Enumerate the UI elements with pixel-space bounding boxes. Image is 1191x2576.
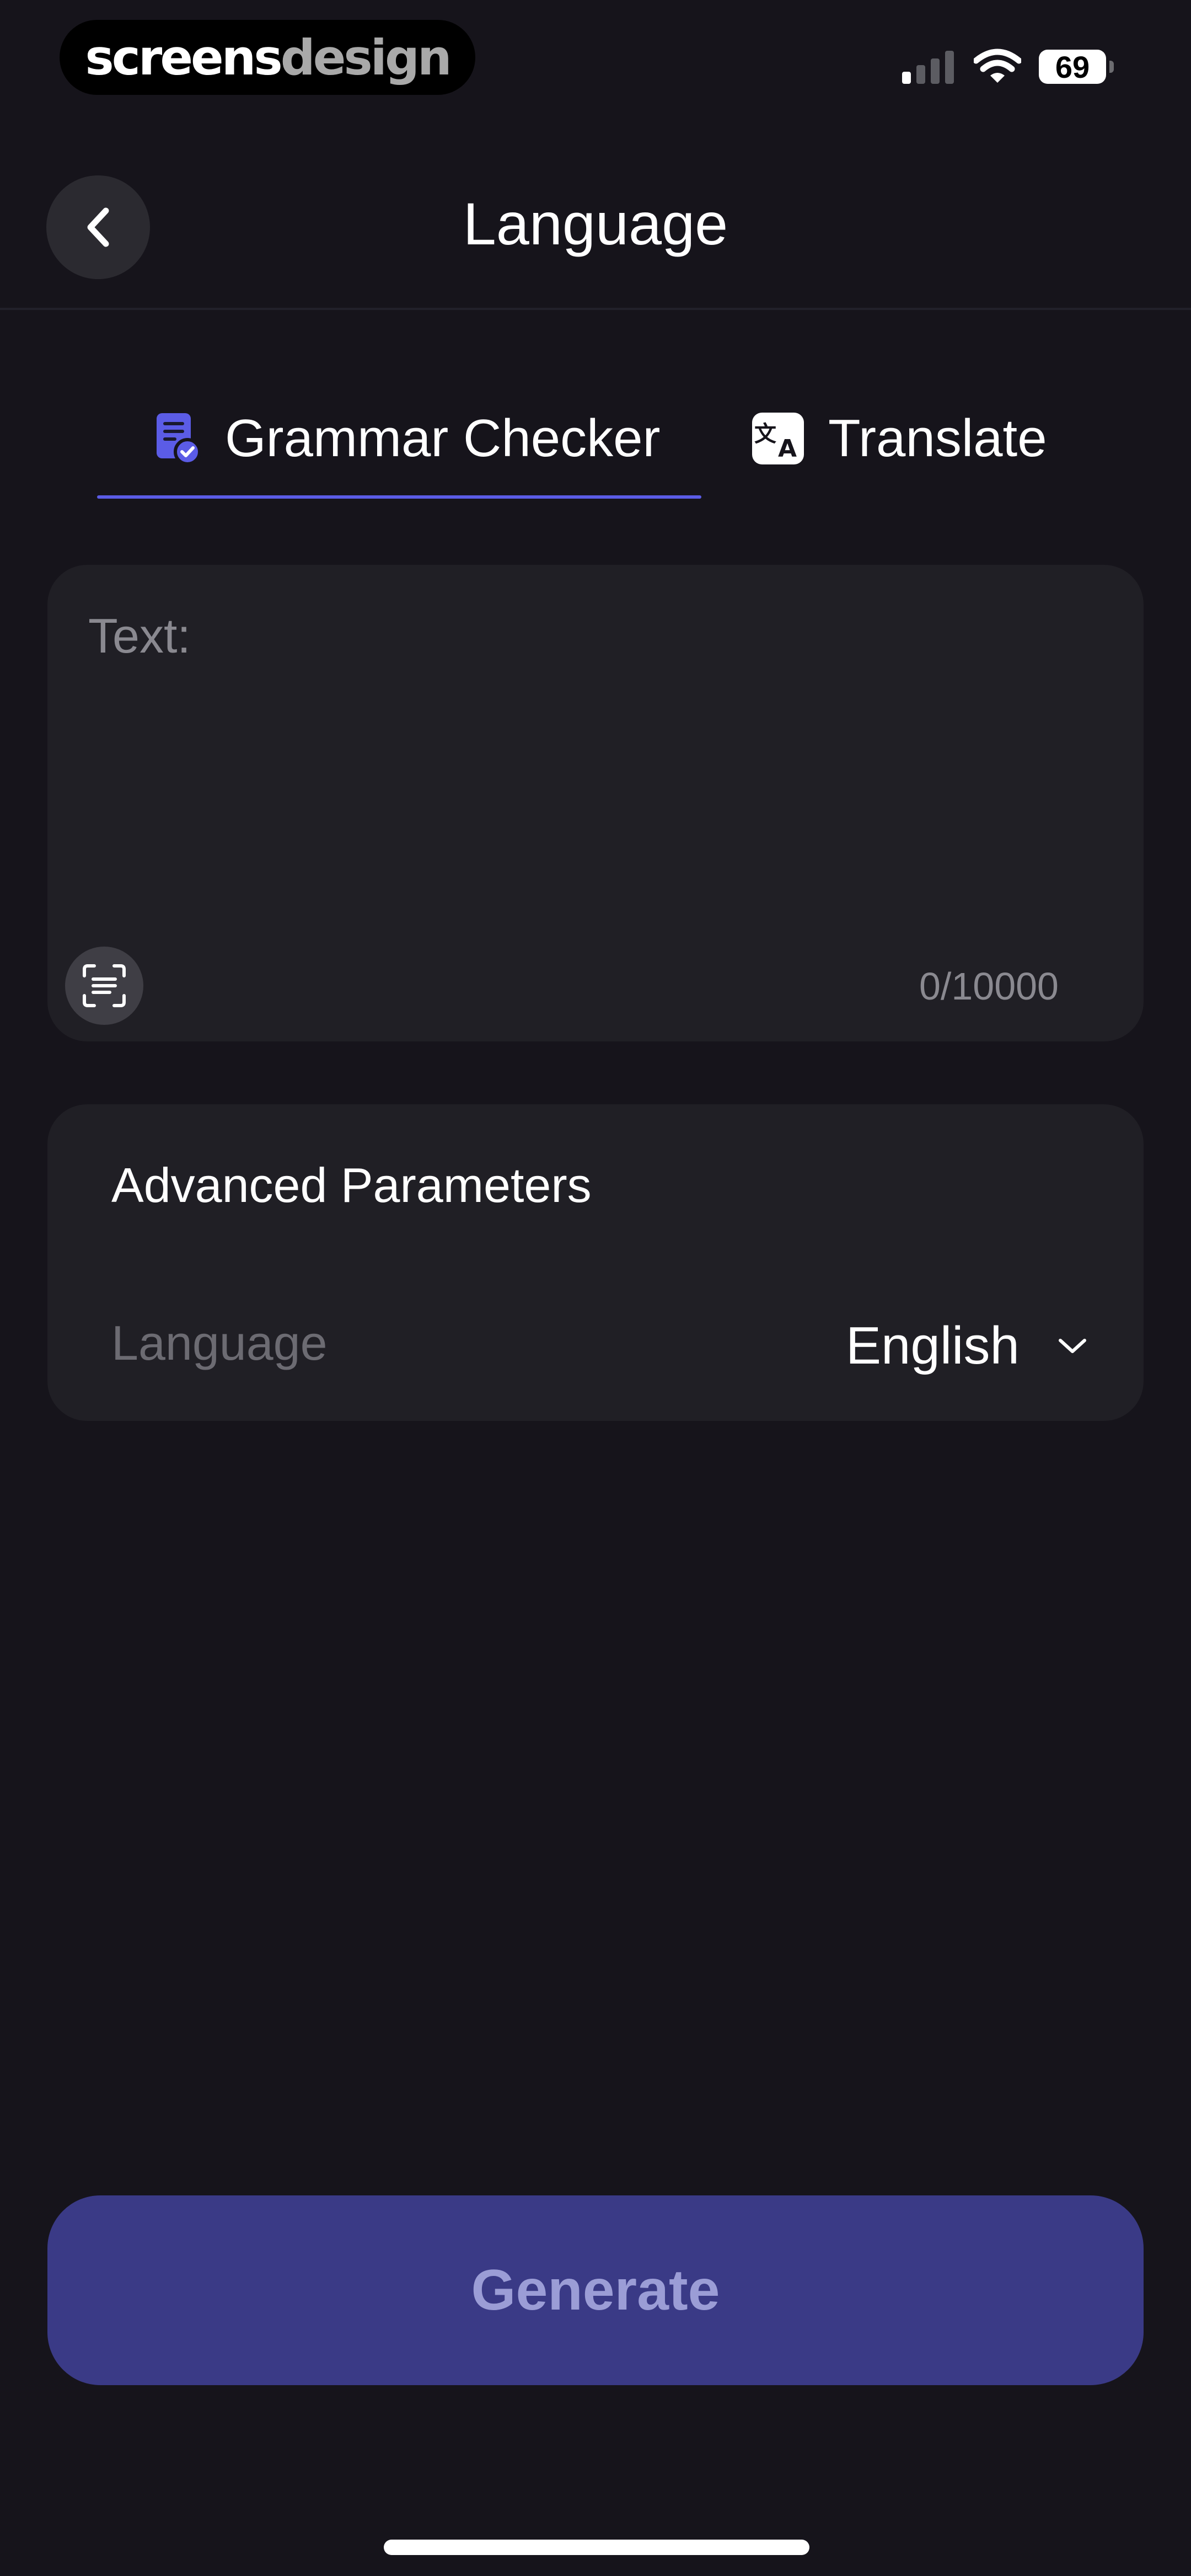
text-scan-icon <box>83 964 126 1007</box>
advanced-parameters-title: Advanced Parameters <box>111 1158 592 1212</box>
tab-grammar-checker-label: Grammar Checker <box>225 409 661 468</box>
generate-button[interactable]: Generate <box>47 2195 1144 2385</box>
home-indicator <box>384 2540 809 2555</box>
language-select-value: English <box>846 1316 1020 1375</box>
battery-cap <box>1109 61 1114 73</box>
grammar-doc-check-icon <box>154 412 201 465</box>
scan-text-button[interactable] <box>65 947 143 1025</box>
battery-indicator: 69 <box>1039 50 1106 84</box>
svg-text:A: A <box>778 435 797 463</box>
watermark-part2: design <box>280 29 452 86</box>
active-tab-indicator <box>97 495 701 499</box>
tab-translate[interactable]: 文 A Translate <box>752 403 1047 474</box>
watermark-part1: screens <box>85 29 282 86</box>
svg-text:文: 文 <box>754 421 776 447</box>
text-input-placeholder: Text: <box>88 608 191 663</box>
page-title: Language <box>463 190 728 257</box>
tab-grammar-checker[interactable]: Grammar Checker <box>154 403 660 474</box>
header-divider <box>0 308 1191 310</box>
language-label: Language <box>111 1316 328 1370</box>
tab-translate-label: Translate <box>828 409 1047 468</box>
language-select[interactable]: English <box>846 1313 1088 1379</box>
wifi-icon <box>973 49 1022 85</box>
chevron-down-icon <box>1057 1336 1088 1356</box>
screensdesign-watermark: screens design <box>60 20 475 95</box>
character-count: 0/10000 <box>919 965 1059 1008</box>
cellular-signal-icon <box>902 51 955 84</box>
translate-icon: 文 A <box>752 413 804 464</box>
battery-level: 69 <box>1055 49 1090 84</box>
